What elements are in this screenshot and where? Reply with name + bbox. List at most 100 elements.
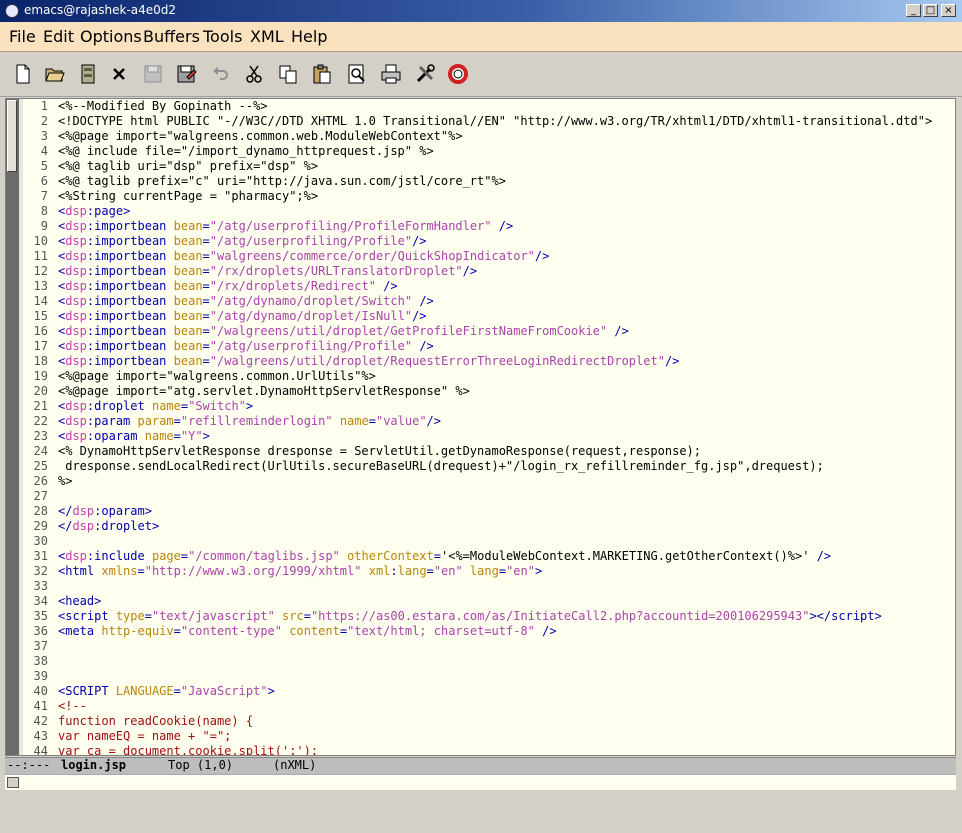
line-number: 1 xyxy=(40,99,48,113)
code-token: <!DOCTYPE html PUBLIC "-//W3C//DTD XHTML… xyxy=(58,114,933,128)
copy-icon[interactable] xyxy=(277,63,299,85)
code-line[interactable]: 13 <dsp:importbean bean="/rx/droplets/Red… xyxy=(23,279,955,294)
search-icon[interactable] xyxy=(346,63,368,85)
modeline-buffer-name[interactable]: login.jsp xyxy=(61,758,126,773)
code-line[interactable]: 43 var nameEQ = name + "="; xyxy=(23,729,955,744)
code-line[interactable]: 1 <%--Modified By Gopinath --%> xyxy=(23,99,955,114)
close-window-button[interactable]: × xyxy=(941,4,956,17)
code-line[interactable]: 7 <%String currentPage = "pharmacy";%> xyxy=(23,189,955,204)
code-line[interactable]: 21 <dsp:droplet name="Switch"> xyxy=(23,399,955,414)
print-icon[interactable] xyxy=(380,63,402,85)
code-line[interactable]: 39 xyxy=(23,669,955,684)
code-line[interactable]: 22 <dsp:param param="refillreminderlogin"… xyxy=(23,414,955,429)
line-number: 4 xyxy=(40,144,48,158)
code-token: = xyxy=(137,564,145,578)
code-token: importbean xyxy=(94,294,167,308)
code-line[interactable]: 38 xyxy=(23,654,955,669)
code-line[interactable]: 4 <%@ include file="/import_dynamo_httpre… xyxy=(23,144,955,159)
menu-file[interactable]: File xyxy=(9,27,36,46)
cut-icon[interactable] xyxy=(243,63,265,85)
minimize-button[interactable]: _ xyxy=(906,4,921,17)
menu-help[interactable]: Help xyxy=(291,27,327,46)
code-line[interactable]: 18 <dsp:importbean bean="/walgreens/util/… xyxy=(23,354,955,369)
line-text: <dsp:droplet name="Switch"> xyxy=(58,399,253,414)
save-as-icon[interactable] xyxy=(175,63,197,85)
help-icon[interactable] xyxy=(447,63,469,85)
preferences-icon[interactable] xyxy=(414,63,436,85)
code-line[interactable]: 20 <%@page import="atg.servlet.DynamoHttp… xyxy=(23,384,955,399)
code-token: dsp xyxy=(65,204,87,218)
code-line[interactable]: 36 <meta http-equiv="content-type" conten… xyxy=(23,624,955,639)
code-line[interactable]: 5 <%@ taglib uri="dsp" prefix="dsp" %> xyxy=(23,159,955,174)
code-token: = xyxy=(173,684,181,698)
code-line[interactable]: 32 <html xmlns="http://www.w3.org/1999/xh… xyxy=(23,564,955,579)
code-line[interactable]: 3 <%@page import="walgreens.common.web.Mo… xyxy=(23,129,955,144)
code-line[interactable]: 31 <dsp:include page="/common/taglibs.jsp… xyxy=(23,549,955,564)
code-line[interactable]: 16 <dsp:importbean bean="/walgreens/util/… xyxy=(23,324,955,339)
code-line[interactable]: 23 <dsp:oparam name="Y"> xyxy=(23,429,955,444)
code-line[interactable]: 12 <dsp:importbean bean="/rx/droplets/URL… xyxy=(23,264,955,279)
minibuffer[interactable] xyxy=(5,774,956,790)
modeline-mode[interactable]: (nXML) xyxy=(273,758,316,773)
vertical-scrollbar[interactable] xyxy=(6,99,19,755)
menu-buffers[interactable]: Buffers xyxy=(143,27,200,46)
undo-icon[interactable] xyxy=(209,63,231,85)
code-line[interactable]: 37 xyxy=(23,639,955,654)
code-line[interactable]: 33 xyxy=(23,579,955,594)
code-token: "/atg/userprofiling/Profile" xyxy=(209,339,413,353)
code-line[interactable]: 26 %> xyxy=(23,474,955,489)
close-buffer-icon[interactable] xyxy=(108,63,130,85)
maximize-button[interactable]: □ xyxy=(923,4,938,17)
code-line[interactable]: 25 dresponse.sendLocalRedirect(UrlUtils.… xyxy=(23,459,955,474)
code-line[interactable]: 19 <%@page import="walgreens.common.UrlUt… xyxy=(23,369,955,384)
menu-options[interactable]: Options xyxy=(80,27,142,46)
code-line[interactable]: 29 </dsp:droplet> xyxy=(23,519,955,534)
paste-icon[interactable] xyxy=(311,63,333,85)
code-token: = xyxy=(202,339,210,353)
save-icon[interactable] xyxy=(142,63,164,85)
code-line[interactable]: 34 <head> xyxy=(23,594,955,609)
code-line[interactable]: 35 <script type="text/javascript" src="ht… xyxy=(23,609,955,624)
code-line[interactable]: 11 <dsp:importbean bean="walgreens/commer… xyxy=(23,249,955,264)
code-line[interactable]: 14 <dsp:importbean bean="/atg/dynamo/drop… xyxy=(23,294,955,309)
menu-xml[interactable]: XML xyxy=(250,27,284,46)
code-token: /> xyxy=(542,624,557,638)
open-file-icon[interactable] xyxy=(44,63,66,85)
code-line[interactable]: 2 <!DOCTYPE html PUBLIC "-//W3C//DTD XHTM… xyxy=(23,114,955,129)
code-token: bean xyxy=(173,294,203,308)
emacs-icon xyxy=(5,4,19,18)
code-line[interactable]: 9 <dsp:importbean bean="/atg/userprofilin… xyxy=(23,219,955,234)
code-line[interactable]: 15 <dsp:importbean bean="/atg/dynamo/drop… xyxy=(23,309,955,324)
code-token: dresponse.sendLocalRedirect(UrlUtils.sec… xyxy=(58,459,824,473)
code-line[interactable]: 8 <dsp:page> xyxy=(23,204,955,219)
code-token: function readCookie(name) { xyxy=(58,714,254,728)
code-line[interactable]: 41 <!-- xyxy=(23,699,955,714)
line-number: 22 xyxy=(33,414,48,428)
code-line[interactable]: 10 <dsp:importbean bean="/atg/userprofili… xyxy=(23,234,955,249)
code-token: > xyxy=(151,519,160,533)
open-directory-icon[interactable] xyxy=(77,63,99,85)
menu-edit[interactable]: Edit xyxy=(43,27,74,46)
new-file-icon[interactable] xyxy=(12,63,34,85)
code-line[interactable]: 24 <% DynamoHttpServletResponse dresponse… xyxy=(23,444,955,459)
scrollbar-thumb[interactable] xyxy=(7,100,17,172)
line-number: 43 xyxy=(33,729,48,743)
code-line[interactable]: 44 var ca = document.cookie.split(';'); xyxy=(23,744,955,755)
code-token: "Switch" xyxy=(188,399,246,413)
code-line[interactable]: 17 <dsp:importbean bean="/atg/userprofili… xyxy=(23,339,955,354)
code-line[interactable]: 40 <SCRIPT LANGUAGE="JavaScript"> xyxy=(23,684,955,699)
editor-area[interactable]: 1 <%--Modified By Gopinath --%> 2 <!DOCTYPE… xyxy=(5,98,956,756)
line-text: <%@page import="atg.servlet.DynamoHttpSe… xyxy=(58,384,470,399)
code-line[interactable]: 6 <%@ taglib prefix="c" uri="http://java.… xyxy=(23,174,955,189)
menu-tools[interactable]: Tools xyxy=(203,27,242,46)
code-token: <%@page import="atg.servlet.DynamoHttpSe… xyxy=(58,384,470,398)
code-line[interactable]: 28 </dsp:oparam> xyxy=(23,504,955,519)
code-token: http-equiv xyxy=(101,624,174,638)
code-line[interactable]: 42 function readCookie(name) { xyxy=(23,714,955,729)
code-line[interactable]: 30 xyxy=(23,534,955,549)
line-text: </dsp:oparam> xyxy=(58,504,152,519)
code-line[interactable]: 27 xyxy=(23,489,955,504)
